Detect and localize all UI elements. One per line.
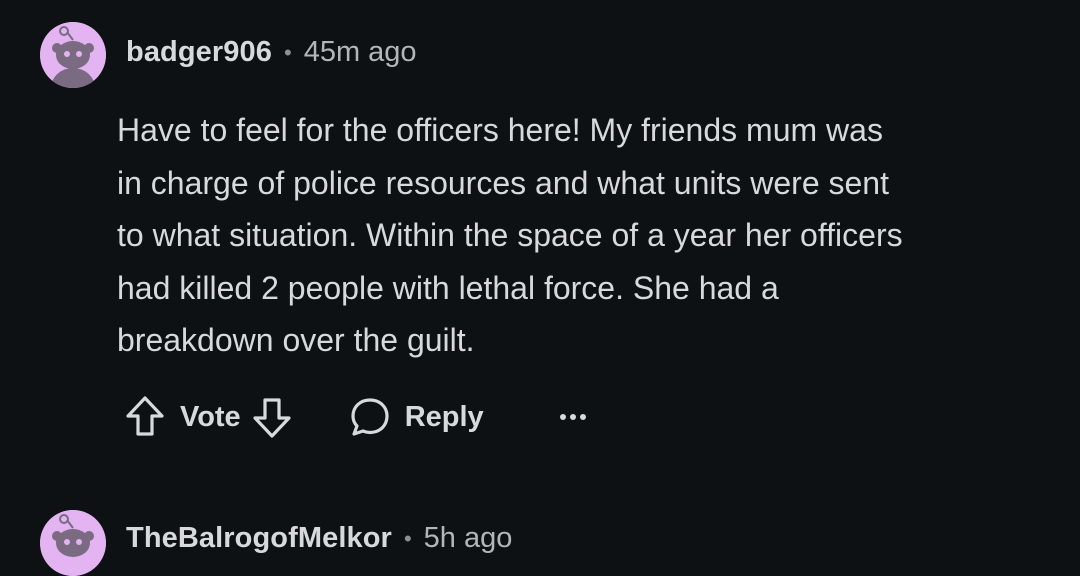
- reply-label: Reply: [404, 400, 484, 433]
- comment-header: TheBalrogofMelkor • 5h ago: [126, 522, 512, 555]
- arrow-up-icon[interactable]: [124, 394, 166, 440]
- vote-label: Vote: [180, 400, 241, 433]
- comment-body-line: Have to feel for the officers here! My f…: [117, 112, 883, 148]
- snoo-avatar-icon: [40, 22, 106, 88]
- comment-body-line: had killed 2 people with lethal force. S…: [117, 269, 779, 306]
- comment-actions: Vote Reply: [124, 388, 590, 446]
- username[interactable]: TheBalrogofMelkor: [126, 522, 392, 555]
- reply-button[interactable]: Reply: [349, 396, 484, 438]
- speech-bubble-icon: [349, 396, 391, 438]
- more-options-button[interactable]: [556, 412, 590, 422]
- comment-body-line: breakdown over the guilt.: [117, 322, 475, 358]
- separator-dot: •: [283, 39, 292, 65]
- timestamp: 5h ago: [423, 522, 513, 554]
- comment-body-line: to what situation. Within the space of a…: [117, 217, 903, 253]
- more-dots-icon: [558, 412, 588, 422]
- username[interactable]: badger906: [126, 36, 272, 69]
- timestamp: 45m ago: [303, 36, 417, 68]
- comment-header: badger906 • 45m ago: [126, 36, 417, 69]
- comment-body-line: in charge of police resources and what u…: [117, 164, 889, 201]
- comment-body: Have to feel for the officers here! My f…: [117, 104, 1057, 367]
- avatar[interactable]: [40, 510, 106, 576]
- avatar[interactable]: [40, 22, 106, 88]
- separator-dot: •: [403, 525, 412, 551]
- snoo-avatar-icon: [40, 510, 106, 576]
- vote-control: Vote: [124, 394, 293, 440]
- arrow-down-icon[interactable]: [251, 394, 293, 440]
